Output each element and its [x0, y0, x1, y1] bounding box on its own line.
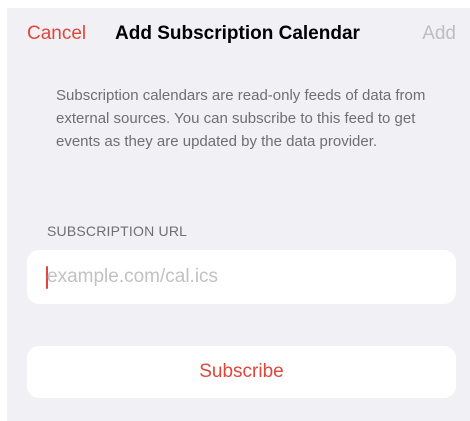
add-button[interactable]: Add: [422, 23, 456, 45]
subscription-url-input[interactable]: [47, 250, 442, 304]
subscription-url-field[interactable]: [27, 250, 456, 304]
description-text: Subscription calendars are read-only fee…: [56, 87, 426, 150]
subscribe-button[interactable]: Subscribe: [27, 346, 456, 398]
page-title: Add Subscription Calendar: [115, 23, 360, 44]
add-subscription-sheet: Cancel Add Subscription Calendar Add Sub…: [7, 8, 470, 421]
navigation-header: Cancel Add Subscription Calendar Add: [7, 18, 470, 52]
subscription-url-label: SUBSCRIPTION URL: [47, 223, 188, 239]
cancel-button[interactable]: Cancel: [27, 23, 86, 45]
